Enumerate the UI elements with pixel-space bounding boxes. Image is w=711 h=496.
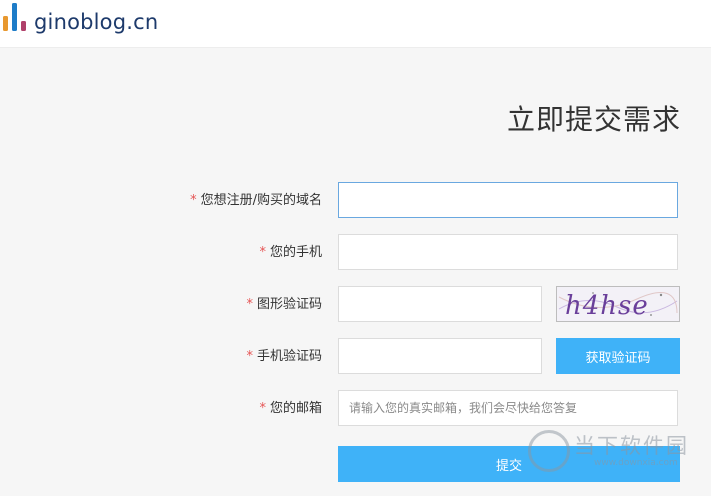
phone-label: * 您的手机: [259, 243, 322, 263]
required-mark: *: [259, 245, 266, 260]
domain-label: * 您想注册/购买的域名: [190, 191, 322, 211]
page-title: 立即提交需求: [506, 103, 681, 136]
phone-input[interactable]: [338, 234, 678, 270]
get-sms-code-button[interactable]: 获取验证码: [556, 338, 680, 374]
captcha-text: h4hse: [565, 291, 649, 321]
required-mark: *: [246, 297, 253, 312]
captcha-graphic: h4hse: [557, 287, 679, 321]
sms-code-input[interactable]: [338, 338, 542, 374]
required-mark: *: [259, 401, 266, 416]
email-label-text: 您的邮箱: [269, 401, 322, 416]
phone-label-text: 您的手机: [269, 245, 322, 260]
domain-label-text: 您想注册/购买的域名: [200, 193, 322, 208]
site-header: ginoblog.cn: [0, 0, 711, 48]
captcha-label-text: 图形验证码: [256, 297, 322, 312]
sms-code-label-text: 手机验证码: [256, 349, 322, 364]
captcha-input[interactable]: [338, 286, 542, 322]
required-mark: *: [246, 349, 253, 364]
email-input[interactable]: [338, 390, 678, 426]
required-mark: *: [190, 193, 197, 208]
bar-chart-logo-icon: [3, 3, 26, 31]
submit-button[interactable]: 提交: [338, 446, 680, 482]
captcha-image[interactable]: h4hse: [556, 286, 680, 322]
email-label: * 您的邮箱: [259, 399, 322, 419]
domain-input[interactable]: [338, 182, 678, 218]
site-name[interactable]: ginoblog.cn: [34, 10, 158, 34]
sms-code-label: * 手机验证码: [246, 347, 322, 367]
captcha-label: * 图形验证码: [246, 295, 322, 315]
